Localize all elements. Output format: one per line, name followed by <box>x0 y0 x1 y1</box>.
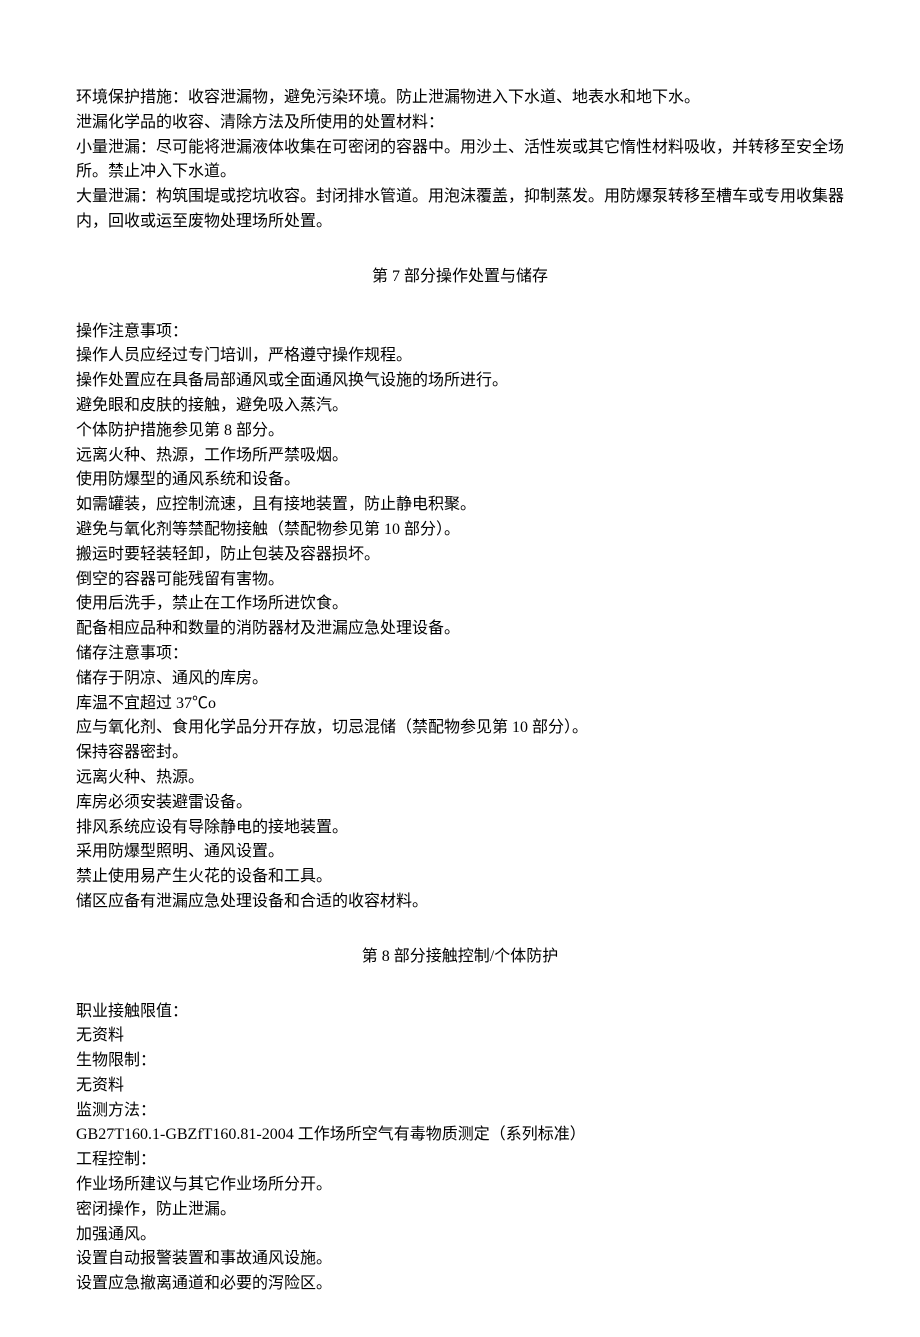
section-7-line: 储区应备有泄漏应急处理设备和合适的收容材料。 <box>76 890 844 915</box>
section-7-line: 远离火种、热源。 <box>76 766 844 791</box>
section-7-line: 如需罐装，应控制流速，且有接地装置，防止静电积聚。 <box>76 493 844 518</box>
section-8-line: 加强通风。 <box>76 1223 844 1248</box>
section-8-line: 工程控制： <box>76 1148 844 1173</box>
section-7-line: 操作处置应在具备局部通风或全面通风换气设施的场所进行。 <box>76 369 844 394</box>
section-7-line: 保持容器密封。 <box>76 741 844 766</box>
section-7-line: 配备相应品种和数量的消防器材及泄漏应急处理设备。 <box>76 617 844 642</box>
intro-paragraph: 大量泄漏：构筑围堤或挖坑收容。封闭排水管道。用泡沫覆盖，抑制蒸发。用防爆泵转移至… <box>76 185 844 235</box>
section-7-line: 远离火种、热源，工作场所严禁吸烟。 <box>76 444 844 469</box>
section-7-line: 应与氧化剂、食用化学品分开存放，切忌混储（禁配物参见第 10 部分）。 <box>76 716 844 741</box>
section-7-line: 库温不宜超过 37℃o <box>76 692 844 717</box>
section-8-line: 设置应急撤离通道和必要的泻险区。 <box>76 1272 844 1297</box>
section-8-line: 密闭操作，防止泄漏。 <box>76 1198 844 1223</box>
section-7-line: 倒空的容器可能残留有害物。 <box>76 568 844 593</box>
section-8-line: 职业接触限值： <box>76 1000 844 1025</box>
section-7-line: 储存注意事项： <box>76 642 844 667</box>
section-8-line: GB27T160.1-GBZfT160.81-2004 工作场所空气有毒物质测定… <box>76 1123 844 1148</box>
intro-paragraph: 泄漏化学品的收容、清除方法及所使用的处置材料： <box>76 111 844 136</box>
section-7-line: 储存于阴凉、通风的库房。 <box>76 667 844 692</box>
section-8-line: 设置自动报警装置和事故通风设施。 <box>76 1247 844 1272</box>
section-7-line: 禁止使用易产生火花的设备和工具。 <box>76 865 844 890</box>
section-7-line: 避免与氧化剂等禁配物接触（禁配物参见第 10 部分）。 <box>76 518 844 543</box>
section-7-line: 使用后洗手，禁止在工作场所进饮食。 <box>76 592 844 617</box>
document-page: 环境保护措施：收容泄漏物，避免污染环境。防止泄漏物进入下水道、地表水和地下水。 … <box>0 0 920 1337</box>
section-8-title: 第 8 部分接触控制/个体防护 <box>76 945 844 970</box>
section-7-line: 搬运时要轻装轻卸，防止包装及容器损坏。 <box>76 543 844 568</box>
intro-paragraph: 小量泄漏：尽可能将泄漏液体收集在可密闭的容器中。用沙土、活性炭或其它惰性材料吸收… <box>76 136 844 186</box>
section-7-line: 个体防护措施参见第 8 部分。 <box>76 419 844 444</box>
section-7-body: 操作注意事项：操作人员应经过专门培训，严格遵守操作规程。操作处置应在具备局部通风… <box>76 320 844 915</box>
section-7-line: 操作人员应经过专门培训，严格遵守操作规程。 <box>76 344 844 369</box>
section-7-line: 库房必须安装避雷设备。 <box>76 791 844 816</box>
section-8-line: 监测方法： <box>76 1099 844 1124</box>
section-8-line: 无资料 <box>76 1024 844 1049</box>
section-7-line: 排风系统应设有导除静电的接地装置。 <box>76 816 844 841</box>
section-7-line: 使用防爆型的通风系统和设备。 <box>76 468 844 493</box>
section-8-line: 作业场所建议与其它作业场所分开。 <box>76 1173 844 1198</box>
section-8-body: 职业接触限值：无资料生物限制：无资料监测方法：GB27T160.1-GBZfT1… <box>76 1000 844 1298</box>
section-7-line: 采用防爆型照明、通风设置。 <box>76 840 844 865</box>
section-7-line: 避免眼和皮肤的接触，避免吸入蒸汽。 <box>76 394 844 419</box>
section-7-line: 操作注意事项： <box>76 320 844 345</box>
section-7-title: 第 7 部分操作处置与储存 <box>76 265 844 290</box>
section-8-line: 无资料 <box>76 1074 844 1099</box>
section-8-line: 生物限制： <box>76 1049 844 1074</box>
intro-paragraph: 环境保护措施：收容泄漏物，避免污染环境。防止泄漏物进入下水道、地表水和地下水。 <box>76 86 844 111</box>
